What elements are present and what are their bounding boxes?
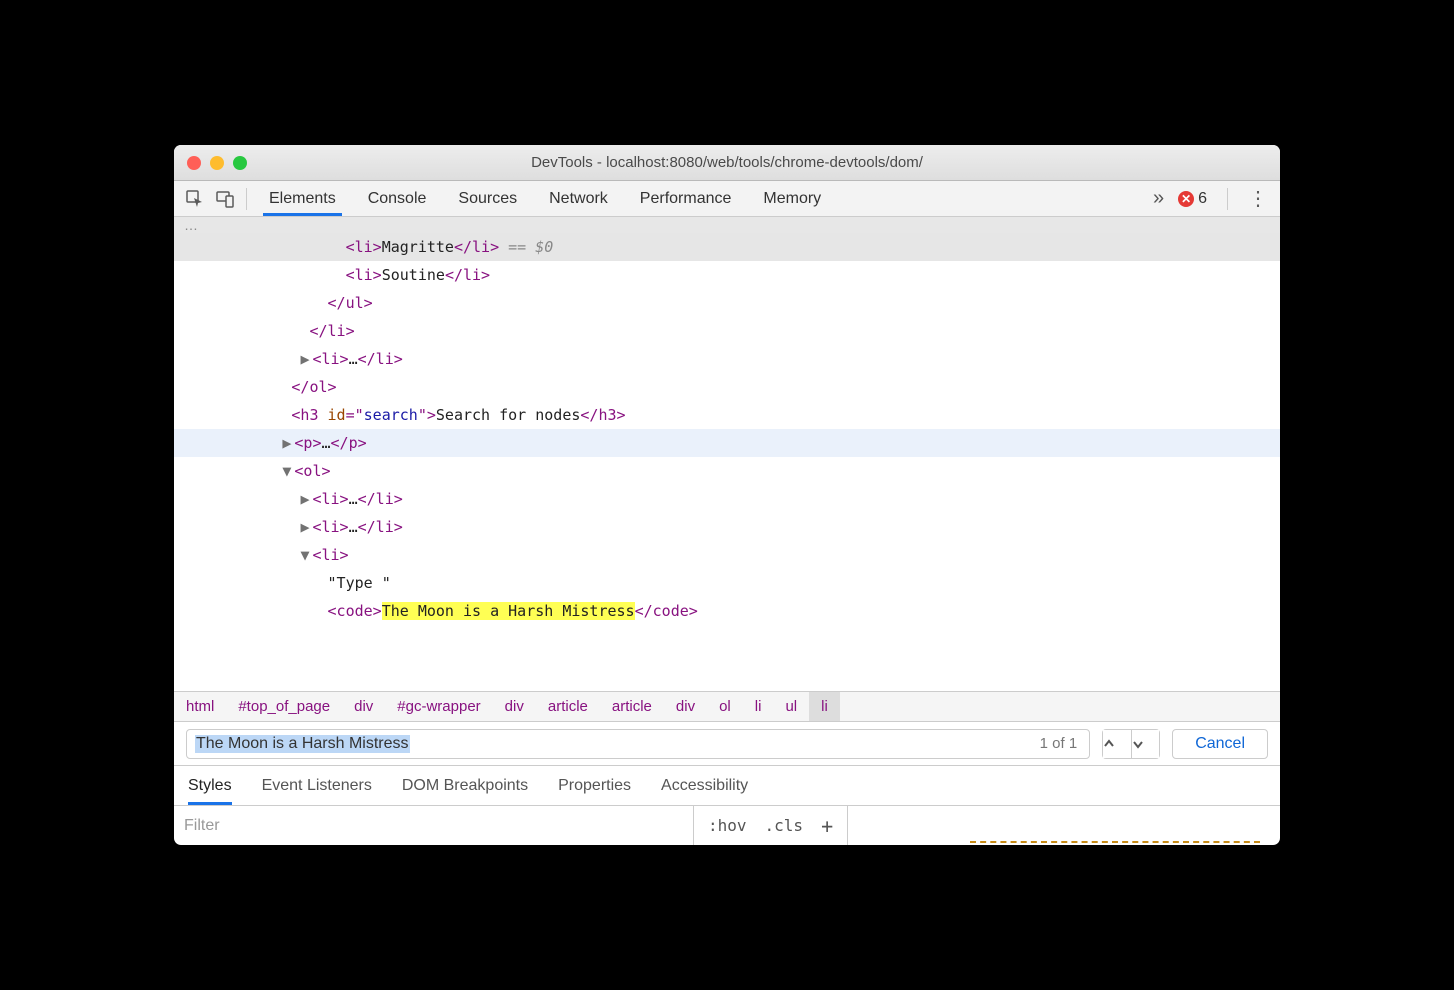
error-count: 6 <box>1198 190 1207 208</box>
minimize-icon[interactable] <box>210 156 224 170</box>
tab-network[interactable]: Network <box>533 181 624 216</box>
tree-line[interactable]: <li>Magritte</li> == $0 <box>174 233 1280 261</box>
crumb-ol[interactable]: ol <box>707 692 743 721</box>
crumb-li[interactable]: li <box>743 692 774 721</box>
close-icon[interactable] <box>187 156 201 170</box>
tree-line[interactable]: <code>The Moon is a Harsh Mistress</code… <box>174 597 1280 625</box>
inspect-icon[interactable] <box>180 190 210 208</box>
zoom-icon[interactable] <box>233 156 247 170</box>
tab-console[interactable]: Console <box>352 181 443 216</box>
tree-line[interactable]: </ul> <box>174 289 1280 317</box>
crumb-li[interactable]: li <box>809 692 840 721</box>
disclosure-icon[interactable]: ▶ <box>282 434 294 452</box>
subtab-dom-breakpoints[interactable]: DOM Breakpoints <box>402 766 528 805</box>
tree-line[interactable]: "Type " <box>174 569 1280 597</box>
crumb-ul[interactable]: ul <box>773 692 809 721</box>
cancel-button[interactable]: Cancel <box>1172 729 1268 759</box>
hov-toggle[interactable]: :hov <box>708 816 747 835</box>
main-toolbar: Elements Console Sources Network Perform… <box>174 181 1280 217</box>
crumb-top-of-page[interactable]: #top_of_page <box>226 692 342 721</box>
styles-pane <box>847 806 1280 845</box>
styles-toolbar: Filter :hov .cls + <box>174 805 1280 845</box>
subtab-accessibility[interactable]: Accessibility <box>661 766 748 805</box>
styles-filter-input[interactable]: Filter <box>174 806 694 845</box>
dom-tree[interactable]: <li>Magritte</li> == $0 <li>Soutine</li>… <box>174 233 1280 691</box>
devtools-window: DevTools - localhost:8080/web/tools/chro… <box>174 145 1280 845</box>
error-icon: ✕ <box>1178 191 1194 207</box>
crumb-div[interactable]: div <box>493 692 536 721</box>
tree-line[interactable]: ▶<li>…</li> <box>174 485 1280 513</box>
disclosure-icon[interactable]: ▶ <box>300 490 312 508</box>
tab-memory[interactable]: Memory <box>747 181 837 216</box>
search-match: The Moon is a Harsh Mistress <box>382 602 635 620</box>
tree-line[interactable]: ▼<ol> <box>174 457 1280 485</box>
tree-line[interactable]: ▶<li>…</li> <box>174 345 1280 373</box>
crumb-gc-wrapper[interactable]: #gc-wrapper <box>385 692 492 721</box>
disclosure-icon[interactable]: ▼ <box>282 462 294 480</box>
subtab-event-listeners[interactable]: Event Listeners <box>262 766 372 805</box>
crumb-div[interactable]: div <box>342 692 385 721</box>
search-bar: The Moon is a Harsh Mistress 1 of 1 Canc… <box>174 721 1280 765</box>
tree-line[interactable]: </li> <box>174 317 1280 345</box>
subpanel-tabs: Styles Event Listeners DOM Breakpoints P… <box>174 765 1280 805</box>
search-input[interactable]: The Moon is a Harsh Mistress 1 of 1 <box>186 729 1090 759</box>
tree-line[interactable]: </ol> <box>174 373 1280 401</box>
overflow-indicator: … <box>174 217 1280 233</box>
breadcrumb: html #top_of_page div #gc-wrapper div ar… <box>174 691 1280 721</box>
tree-line[interactable]: <h3 id="search">Search for nodes</h3> <box>174 401 1280 429</box>
disclosure-icon[interactable]: ▼ <box>300 546 312 564</box>
search-next-button[interactable] <box>1131 730 1159 758</box>
tree-line[interactable]: ▼<li> <box>174 541 1280 569</box>
disclosure-icon[interactable]: ▶ <box>300 518 312 536</box>
new-style-button[interactable]: + <box>821 814 833 838</box>
tab-elements[interactable]: Elements <box>253 181 352 216</box>
crumb-div[interactable]: div <box>664 692 707 721</box>
tab-sources[interactable]: Sources <box>442 181 533 216</box>
tree-line[interactable]: <li>Soutine</li> <box>174 261 1280 289</box>
disclosure-icon[interactable]: ▶ <box>300 350 312 368</box>
device-toggle-icon[interactable] <box>210 190 240 208</box>
search-count: 1 of 1 <box>1040 735 1082 752</box>
tree-line[interactable]: ▶<li>…</li> <box>174 513 1280 541</box>
more-tabs-icon[interactable]: » <box>1153 187 1164 210</box>
subtab-styles[interactable]: Styles <box>188 766 232 805</box>
window-title: DevTools - localhost:8080/web/tools/chro… <box>174 154 1280 171</box>
crumb-article[interactable]: article <box>536 692 600 721</box>
tree-line[interactable]: ▶<p>…</p> <box>174 429 1280 457</box>
search-query: The Moon is a Harsh Mistress <box>195 735 410 753</box>
tab-performance[interactable]: Performance <box>624 181 748 216</box>
panel-tabs: Elements Console Sources Network Perform… <box>253 181 837 216</box>
titlebar: DevTools - localhost:8080/web/tools/chro… <box>174 145 1280 181</box>
crumb-html[interactable]: html <box>174 692 226 721</box>
subtab-properties[interactable]: Properties <box>558 766 631 805</box>
traffic-lights <box>187 156 247 170</box>
cls-toggle[interactable]: .cls <box>765 816 804 835</box>
search-prev-button[interactable] <box>1103 730 1131 758</box>
search-stepper <box>1102 729 1160 759</box>
selection-outline <box>970 841 1260 845</box>
error-badge[interactable]: ✕ 6 <box>1178 190 1207 208</box>
crumb-article[interactable]: article <box>600 692 664 721</box>
kebab-menu-icon[interactable]: ⋮ <box>1248 186 1266 211</box>
